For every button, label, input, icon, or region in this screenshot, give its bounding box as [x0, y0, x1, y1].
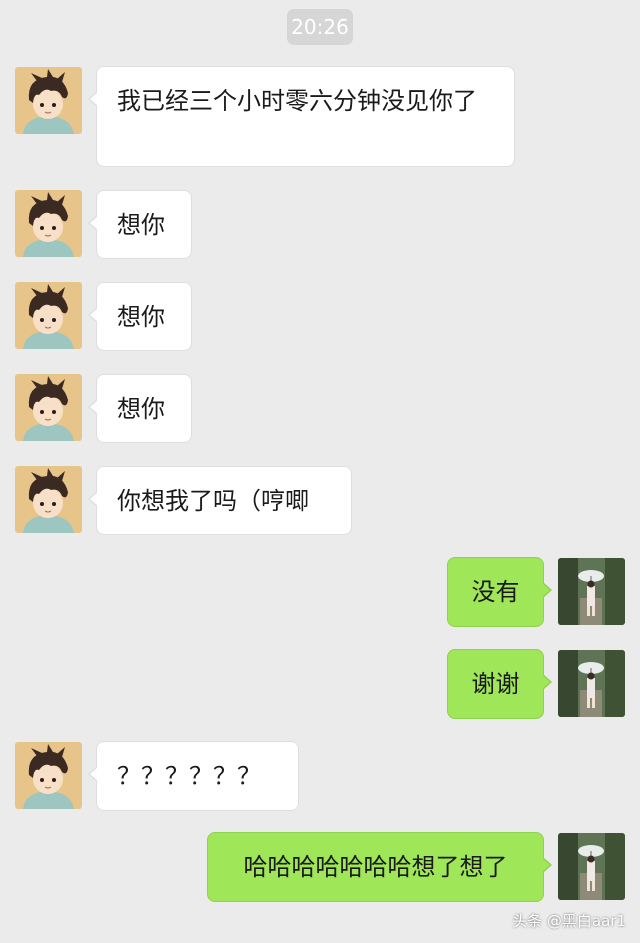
avatar[interactable] — [15, 282, 82, 349]
message-text: 你想我了吗（哼唧 — [117, 487, 309, 515]
message-bubble-incoming[interactable]: 我已经三个小时零六分钟没见你了 — [88, 66, 515, 167]
avatar[interactable] — [558, 833, 625, 900]
watermark-text: 头条 @黑白aar1 — [512, 912, 626, 930]
cartoon-boy-avatar-icon — [15, 374, 82, 441]
avatar[interactable] — [15, 67, 82, 134]
avatar[interactable] — [558, 650, 625, 717]
message-bubble-incoming[interactable]: 想你 — [88, 282, 192, 351]
message-bubble-incoming[interactable]: ？？？？？？ — [88, 741, 299, 811]
message-bubble-outgoing[interactable]: 谢谢 — [447, 649, 552, 719]
cartoon-boy-avatar-icon — [15, 282, 82, 349]
message-text: 谢谢 — [471, 670, 520, 698]
avatar[interactable] — [15, 374, 82, 441]
message-bubble-outgoing[interactable]: 哈哈哈哈哈哈哈想了想了 — [207, 832, 552, 902]
avatar[interactable] — [15, 190, 82, 257]
girl-umbrella-photo-avatar-icon — [558, 833, 625, 900]
girl-umbrella-photo-avatar-icon — [558, 650, 625, 717]
cartoon-boy-avatar-icon — [15, 742, 82, 809]
timestamp-badge: 20:26 — [287, 9, 353, 45]
avatar[interactable] — [558, 558, 625, 625]
message-text: ？？？？？？ — [117, 762, 261, 790]
message-bubble-outgoing[interactable]: 没有 — [447, 557, 552, 627]
avatar[interactable] — [15, 742, 82, 809]
message-bubble-incoming[interactable]: 你想我了吗（哼唧 — [88, 466, 352, 535]
cartoon-boy-avatar-icon — [15, 190, 82, 257]
message-text: 想你 — [117, 211, 165, 239]
message-bubble-incoming[interactable]: 想你 — [88, 374, 192, 443]
avatar[interactable] — [15, 466, 82, 533]
message-bubble-incoming[interactable]: 想你 — [88, 190, 192, 259]
cartoon-boy-avatar-icon — [15, 67, 82, 134]
girl-umbrella-photo-avatar-icon — [558, 558, 625, 625]
cartoon-boy-avatar-icon — [15, 466, 82, 533]
message-text: 想你 — [117, 395, 165, 423]
message-text: 哈哈哈哈哈哈哈想了想了 — [243, 853, 508, 881]
message-text: 我已经三个小时零六分钟没见你了 — [117, 87, 477, 115]
chat-window: 20:26 我已经三个小时零六分钟没见你了 想你 想你 想你 你想我了吗（哼唧 … — [0, 0, 640, 943]
message-text: 想你 — [117, 303, 165, 331]
message-text: 没有 — [471, 578, 520, 606]
